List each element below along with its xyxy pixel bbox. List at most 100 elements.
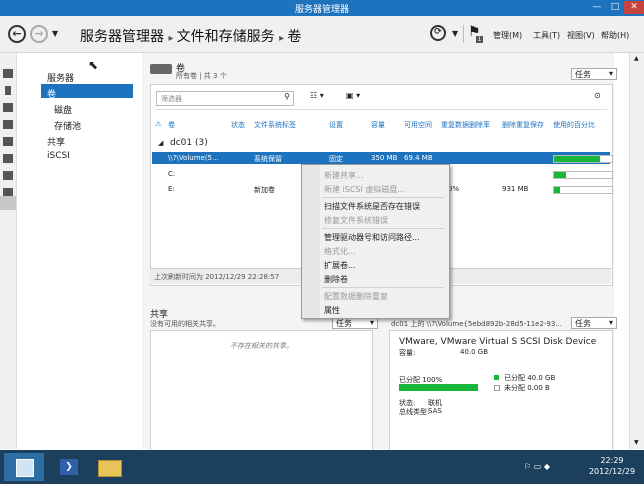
file-services-icon[interactable] bbox=[3, 154, 13, 163]
shares-panel: 不存在相关的共享。 bbox=[150, 330, 373, 451]
column-header-capacity[interactable]: 容量 bbox=[371, 120, 385, 130]
tasks-label: 任务 bbox=[336, 319, 352, 328]
disk-tasks-button[interactable]: 任务 ▾ bbox=[571, 317, 617, 329]
menu-item-new-iscsi-disk[interactable]: 新建 iSCSI 虚拟磁盘... bbox=[324, 184, 405, 195]
filter-input[interactable]: 筛选器 ⚲ bbox=[156, 91, 294, 106]
column-header-label[interactable]: 文件系统标签 bbox=[254, 120, 296, 130]
column-header-status[interactable]: 状态 bbox=[231, 120, 245, 130]
usage-bar bbox=[553, 155, 613, 163]
last-refresh-text: 上次刷新时间为 2012/12/29 22:28:57 bbox=[154, 273, 280, 281]
volumes-subtitle: 所有卷 | 共 3 个 bbox=[176, 72, 227, 80]
column-header-volume[interactable]: 卷 bbox=[168, 120, 175, 130]
group-header[interactable]: dc01 (3) bbox=[170, 138, 208, 148]
menu-item-repair-filesystem[interactable]: 修复文件系统错误 bbox=[324, 215, 388, 226]
minimize-button[interactable]: — bbox=[588, 1, 606, 14]
dns-icon[interactable] bbox=[3, 137, 13, 146]
refresh-dropdown-icon[interactable]: ▼ bbox=[452, 29, 458, 38]
column-header-free[interactable]: 可用空间 bbox=[404, 120, 432, 130]
menu-item-extend-volume[interactable]: 扩展卷... bbox=[324, 260, 356, 271]
menu-item-configure-dedup[interactable]: 配置数据删除重复 bbox=[324, 291, 388, 302]
close-button[interactable]: ✕ bbox=[624, 1, 644, 14]
context-menu: 新建共享... 新建 iSCSI 虚拟磁盘... 扫描文件系统是否存在错误 修复… bbox=[301, 164, 450, 319]
breadcrumb: 服务器管理器 ▸ 文件和存储服务 ▸ 卷 bbox=[80, 26, 301, 46]
column-header-setting[interactable]: 设置 bbox=[329, 120, 343, 130]
forward-button[interactable]: → bbox=[30, 25, 48, 43]
disk-name: VMware, VMware Virtual S SCSI Disk Devic… bbox=[399, 337, 597, 347]
disk-panel-header: dc01 上的 \\?\Volume{5ebd892b-28d5-11e2-93… bbox=[391, 320, 563, 328]
clock-date[interactable]: 2012/12/29 bbox=[584, 467, 640, 476]
powershell-taskbar-button[interactable]: ❯ bbox=[52, 453, 88, 481]
menu-item-scan-filesystem[interactable]: 扫描文件系统是否存在错误 bbox=[324, 201, 420, 212]
usage-bar bbox=[553, 186, 613, 194]
save-query-icon[interactable]: ▣ ▾ bbox=[346, 91, 360, 100]
refresh-icon[interactable]: ⟳ bbox=[430, 25, 446, 41]
cell-volume[interactable]: C: bbox=[168, 170, 175, 178]
menu-view[interactable]: 视图(V) bbox=[567, 30, 595, 41]
allocation-bar bbox=[399, 384, 478, 391]
column-header-used-percent[interactable]: 使用的百分比 bbox=[553, 120, 595, 130]
tasks-label: 任务 bbox=[575, 70, 591, 79]
server-manager-icon bbox=[16, 459, 34, 477]
explorer-taskbar-button[interactable] bbox=[92, 453, 128, 481]
column-header-dedup-saved[interactable]: 删除重复保存 bbox=[502, 120, 544, 130]
menu-manage[interactable]: 管理(M) bbox=[493, 30, 522, 41]
sidebar-item-disks[interactable]: 磁盘 bbox=[54, 103, 72, 116]
server-manager-taskbar-button[interactable] bbox=[4, 453, 44, 481]
menu-separator bbox=[322, 287, 444, 288]
capacity-label: 容量: bbox=[399, 349, 416, 357]
scroll-up-icon[interactable]: ▲ bbox=[634, 55, 639, 62]
selected-storage-icon[interactable] bbox=[0, 196, 16, 210]
menu-separator bbox=[322, 197, 444, 198]
search-icon[interactable]: ⚲ bbox=[284, 92, 290, 101]
maximize-button[interactable]: □ bbox=[606, 1, 624, 14]
list-view-icon[interactable]: ☷ ▾ bbox=[310, 91, 324, 100]
tasks-label: 任务 bbox=[575, 319, 591, 328]
clock-time[interactable]: 22:29 bbox=[586, 456, 638, 465]
sidebar-item-iscsi[interactable]: iSCSI bbox=[47, 151, 70, 161]
breadcrumb-item[interactable]: 文件和存储服务 bbox=[177, 29, 275, 45]
sidebar-item-volumes[interactable]: 卷 bbox=[47, 87, 56, 100]
arrow-left-icon: ← bbox=[12, 27, 22, 40]
capacity-value: 40.0 GB bbox=[460, 348, 489, 356]
local-server-icon[interactable] bbox=[5, 86, 11, 95]
divider bbox=[463, 25, 464, 43]
title-bar: 服务器管理器 — □ ✕ bbox=[0, 0, 644, 16]
tray-icons[interactable]: ⚐ ▭ ◆ bbox=[524, 462, 550, 471]
cell-label: 系统保留 bbox=[254, 155, 282, 163]
ad-ds-icon[interactable] bbox=[3, 120, 13, 129]
sidebar-item-storage-pools[interactable]: 存储池 bbox=[54, 119, 81, 132]
sidebar-item-servers[interactable]: 服务器 bbox=[47, 71, 74, 84]
sidebar-item-shares[interactable]: 共享 bbox=[47, 135, 65, 148]
scrollbar[interactable]: ▲ ▼ bbox=[629, 53, 644, 449]
history-dropdown-icon[interactable]: ▼ bbox=[52, 29, 58, 38]
back-button[interactable]: ← bbox=[8, 25, 26, 43]
chevron-right-icon: ▸ bbox=[168, 33, 177, 44]
breadcrumb-item[interactable]: 服务器管理器 bbox=[80, 29, 164, 45]
group-collapse-icon[interactable]: ◢ bbox=[158, 139, 163, 147]
column-header-dedup-rate[interactable]: 重复数据删除率 bbox=[441, 120, 490, 130]
usage-bar bbox=[553, 171, 613, 179]
breadcrumb-item[interactable]: 卷 bbox=[287, 29, 301, 45]
expand-icon[interactable]: ⊙ bbox=[594, 91, 601, 100]
all-servers-icon[interactable] bbox=[3, 103, 13, 112]
chevron-down-icon: ▾ bbox=[608, 69, 613, 78]
cell-volume[interactable]: E: bbox=[168, 185, 175, 193]
dashboard-icon[interactable] bbox=[3, 69, 13, 78]
allocation-bar-fill bbox=[399, 384, 478, 391]
volumes-tasks-button[interactable]: 任务 ▾ bbox=[571, 68, 617, 80]
menu-help[interactable]: 帮助(H) bbox=[601, 30, 629, 41]
iis-icon[interactable] bbox=[3, 171, 13, 180]
mouse-cursor: ⬉ bbox=[88, 58, 99, 72]
menu-tools[interactable]: 工具(T) bbox=[533, 30, 560, 41]
menu-item-properties[interactable]: 属性 bbox=[324, 305, 340, 316]
scroll-down-icon[interactable]: ▼ bbox=[634, 439, 639, 446]
menu-item-delete-volume[interactable]: 删除卷 bbox=[324, 274, 348, 285]
legend-unallocated-swatch bbox=[494, 385, 500, 391]
menu-item-new-share[interactable]: 新建共享... bbox=[324, 170, 364, 181]
menu-item-manage-drive-letter[interactable]: 管理驱动器号和访问路径... bbox=[324, 232, 420, 243]
filter-placeholder: 筛选器 bbox=[161, 95, 182, 103]
menu-separator bbox=[322, 228, 444, 229]
menu-item-format[interactable]: 格式化... bbox=[324, 246, 356, 257]
disk-panel: VMware, VMware Virtual S SCSI Disk Devic… bbox=[389, 330, 613, 451]
powershell-icon: ❯ bbox=[60, 459, 78, 475]
